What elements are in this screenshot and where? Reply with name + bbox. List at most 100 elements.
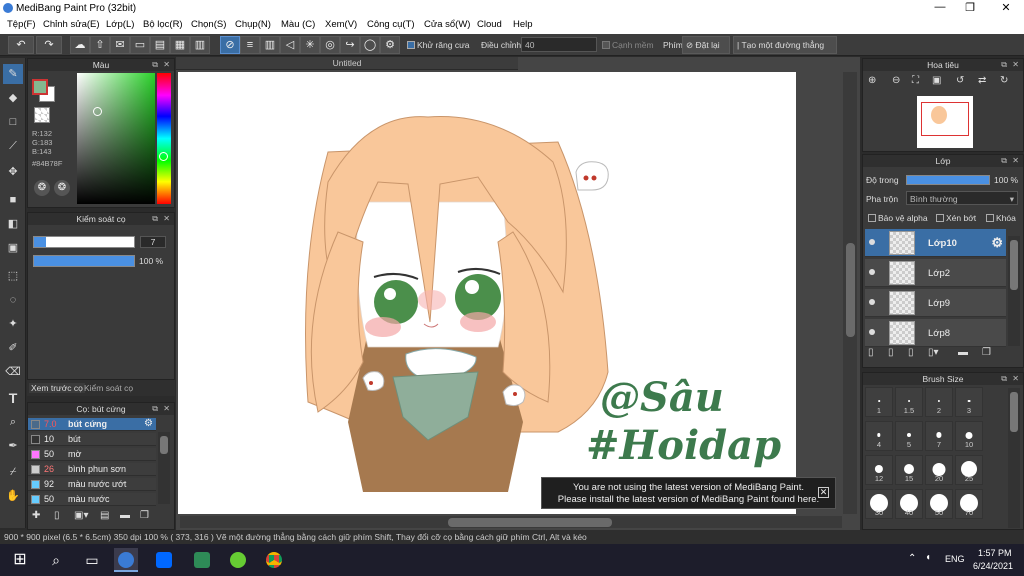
text-tool[interactable]: T [3,388,23,408]
menu-filter[interactable]: Bộ lọc(R) [143,19,183,30]
gear-icon[interactable]: ⚙ [991,235,1003,251]
foreground-color-swatch[interactable] [32,79,48,95]
close-icon[interactable]: ✕ [163,59,170,71]
layer-opacity-slider[interactable] [906,175,990,185]
curve-snap-button[interactable]: ↪ [340,36,360,54]
tab-brush-preview[interactable]: Xem trước cọ [29,383,85,393]
brush-size-input[interactable]: 7 [140,236,166,248]
scroll-thumb[interactable] [160,436,168,454]
flip-icon[interactable]: ⇄ [978,75,986,86]
brush-size-scrollbar[interactable] [1008,388,1020,528]
brush-item[interactable]: 26 bình phun sơn [28,463,156,476]
magic-wand-tool[interactable]: ✦ [3,314,23,334]
duplicate-layer-icon[interactable]: ▯ [908,347,914,358]
page-button[interactable]: ▤ [150,36,170,54]
layer-menu-icon[interactable]: ▯▾ [928,347,939,358]
parallel-snap-button[interactable]: ≡ [240,36,260,54]
new-brush-icon[interactable]: ▯ [54,510,60,521]
clipping-toggle[interactable]: Xén bớt [936,213,976,223]
new-layer-icon[interactable]: ▯ [868,347,874,358]
horizontal-scroll-thumb[interactable] [448,518,612,527]
redo-button[interactable]: ↷ [36,36,62,54]
brush-size-option[interactable]: 70 [955,489,983,519]
lasso-tool[interactable]: ◌ [3,290,23,310]
layer-scrollbar[interactable] [1008,236,1020,346]
brush-item[interactable]: 10 bút [28,433,156,446]
copy-icon[interactable]: ❐ [140,510,149,521]
comment-button[interactable]: ✉ [110,36,130,54]
brush-size-slider[interactable] [33,236,135,248]
circle-snap-button[interactable]: ◎ [320,36,340,54]
copy-icon[interactable]: ❐ [982,347,991,358]
hue-slider[interactable] [157,73,171,204]
close-icon[interactable]: ✕ [1012,155,1019,167]
app-taskbar-button[interactable] [226,548,250,572]
bucket-tool[interactable]: ◧ [3,214,23,234]
radial-snap-button[interactable]: ✳ [300,36,320,54]
start-button[interactable]: ⊞ [8,548,32,572]
brush-tool[interactable]: ✎ [3,64,23,84]
eye-icon[interactable] [869,239,875,245]
eraser-tool[interactable]: ◆ [3,88,23,108]
undock-icon[interactable]: ⧉ [152,403,158,415]
folder-icon[interactable]: ▬ [120,510,130,521]
straight-line-button[interactable]: | Tạo một đường thẳng [733,36,837,54]
medibang-taskbar-button[interactable] [114,548,138,572]
snap-off-button[interactable]: ⊘ [220,36,240,54]
brush-size-option[interactable]: 40 [895,489,923,519]
move-tool[interactable]: ✥ [3,162,23,182]
brush-settings-icon[interactable]: ▤ [100,510,109,521]
zoom-in-icon[interactable]: ⊕ [868,75,876,86]
brush-size-option[interactable]: 15 [895,455,923,485]
scroll-thumb[interactable] [1010,392,1018,432]
panel-button[interactable]: ▭ [130,36,150,54]
fit-icon[interactable]: ⛶ [912,75,919,86]
menu-tools[interactable]: Công cụ(T) [367,19,415,30]
brush-size-option[interactable]: 10 [955,421,983,451]
color-field-cursor[interactable] [93,107,102,116]
zoom-out-icon[interactable]: ⊖ [892,75,900,86]
brush-size-option[interactable]: 20 [925,455,953,485]
navigator-preview[interactable] [917,96,973,148]
color-picker-button[interactable]: ❂ [54,180,70,196]
divide-tool[interactable]: ✒ [3,436,23,456]
brush-opacity-slider[interactable] [33,255,135,267]
brush-size-option[interactable]: 7 [925,421,953,451]
brush-size-option[interactable]: 2 [925,387,953,417]
ellipse-snap-button[interactable]: ◯ [360,36,380,54]
brush-size-option[interactable]: 25 [955,455,983,485]
task-view-button[interactable]: ▭ [80,548,104,572]
menu-edit[interactable]: Chỉnh sửa(E) [43,19,100,30]
menu-help[interactable]: Help [513,19,533,30]
chevron-up-icon[interactable]: ⌃ [908,553,916,564]
brush-item[interactable]: 7.0 bút cứng ⚙ [28,418,156,431]
select-pen-tool[interactable]: ✐ [3,338,23,358]
minimize-button[interactable]: — [925,1,955,13]
line-tool[interactable]: ⟋ [3,136,23,156]
menu-select[interactable]: Chọn(S) [191,19,226,30]
close-button[interactable]: ✕ [991,1,1021,14]
layer-row[interactable]: Lớp9 [865,289,1006,317]
brush-size-option[interactable]: 1 [865,387,893,417]
close-icon[interactable]: ✕ [163,403,170,415]
fill-tool[interactable]: ■ [3,190,23,210]
lock-toggle[interactable]: Khóa [986,213,1016,223]
undock-icon[interactable]: ⧉ [1001,373,1007,385]
menu-cloud[interactable]: Cloud [477,19,502,30]
cross-snap-button[interactable]: ▥ [260,36,280,54]
menu-view[interactable]: Xem(V) [325,19,357,30]
soft-edge-toggle[interactable]: Cạnh mềm [602,40,654,50]
dialog-tool[interactable]: ⌕ [3,412,23,432]
eye-icon[interactable] [869,329,875,335]
notification-close-button[interactable]: ✕ [818,487,829,498]
vanish-snap-button[interactable]: ◁ [280,36,300,54]
document-tab[interactable]: Untitled [176,57,518,70]
grid-button[interactable]: ▦ [170,36,190,54]
viewport-rect[interactable] [921,102,969,136]
close-icon[interactable]: ✕ [1012,373,1019,385]
brush-item[interactable]: 50 màu nước [28,493,156,506]
brush-size-option[interactable]: 30 [865,489,893,519]
hand-tool[interactable]: ✋ [3,486,23,506]
brush-size-option[interactable]: 5 [895,421,923,451]
layout-button[interactable]: ▥ [190,36,210,54]
